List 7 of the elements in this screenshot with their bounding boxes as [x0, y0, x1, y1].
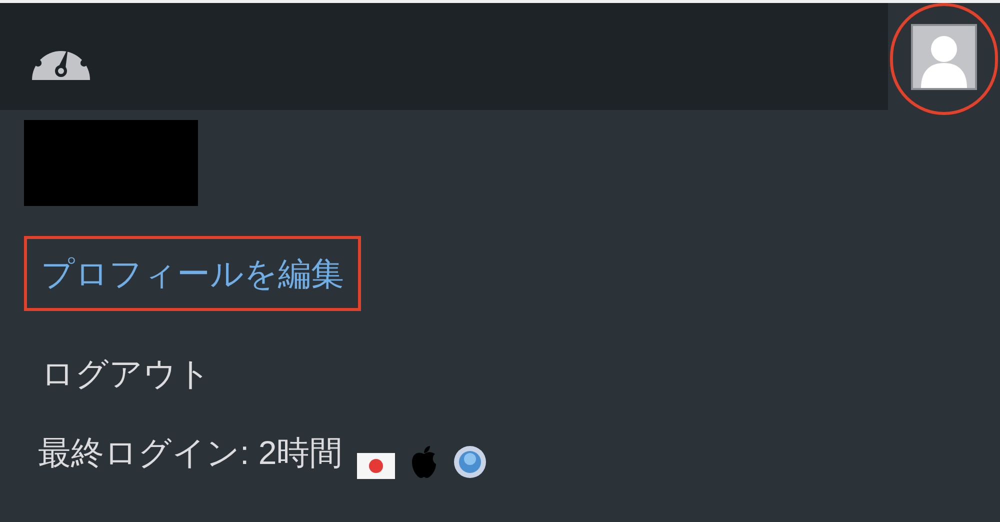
globe-icon [452, 445, 487, 479]
menu-link[interactable]: プロフィールを編集 [24, 236, 361, 311]
user-silhouette-icon [919, 34, 969, 88]
japan-flag-icon [356, 453, 395, 479]
last-login-text: 最終ログイン: 2時間 [38, 436, 343, 469]
avatar-button[interactable] [911, 24, 977, 90]
menu-link[interactable]: ログアウト [24, 336, 228, 411]
